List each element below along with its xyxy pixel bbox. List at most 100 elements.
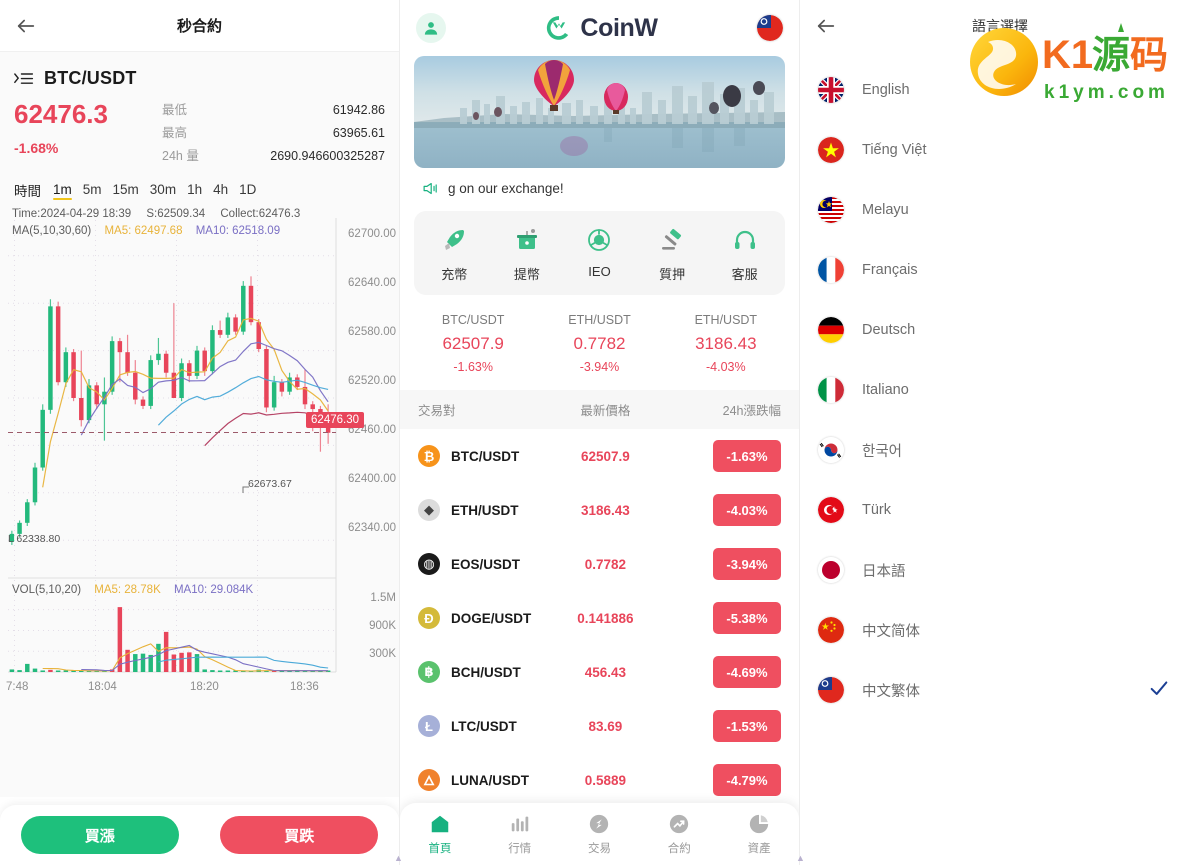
volume-info: VOL(5,10,20) MA5: 28.78K MA10: 29.084K <box>12 584 253 596</box>
ticker-change: -4.03% <box>706 360 746 374</box>
promo-banner[interactable] <box>414 56 785 168</box>
timeframe-1m[interactable]: 1m <box>53 182 72 200</box>
coin-row[interactable]: Ł LTC/USDT 83.69 -1.53% <box>400 699 799 753</box>
tab-contract[interactable]: 合約 <box>639 813 719 856</box>
column-header-pair: 交易對 <box>418 404 456 418</box>
coin-row[interactable]: 🜂 LUNA/USDT 0.5889 -4.79% <box>400 753 799 807</box>
coinw-logo: CoinW <box>545 13 658 43</box>
coin-row[interactable]: ◆ ETH/USDT 3186.43 -4.03% <box>400 483 799 537</box>
quick-action-staking[interactable]: 質押 <box>636 225 709 283</box>
language-row-fr[interactable]: Français <box>800 240 1200 300</box>
buy-up-button[interactable]: 買漲 <box>20 816 179 854</box>
quick-action-support[interactable]: 客服 <box>708 225 781 283</box>
quick-action-label: 質押 <box>659 267 686 282</box>
ticker-eth-1[interactable]: ETH/USDT 0.7782 -3.94% <box>536 313 662 374</box>
markets-icon <box>509 813 531 835</box>
bottom-tabbar: 首頁 行情 交易 合約 資產 <box>400 803 799 865</box>
timeframe-tabs: 時間 1m 5m 15m 30m 1h 4h 1D <box>0 172 399 206</box>
app-screen: 秒合約 BTC/USDT 62476.3 -1.68% 最低 61942.86 … <box>0 0 1200 865</box>
coinw-mark-icon <box>547 16 569 40</box>
coin-cell-pair: ◍ EOS/USDT <box>418 553 547 575</box>
arrow-left-icon[interactable] <box>6 6 46 46</box>
ticker-change: -3.94% <box>579 360 620 374</box>
trade-action-bar: 買漲 買跌 <box>0 805 399 865</box>
ticker-price: 0.7782 <box>573 334 626 353</box>
language-row-tw[interactable]: 中文繁体 <box>800 660 1200 720</box>
language-row-my[interactable]: Melayu <box>800 180 1200 240</box>
language-row-tr[interactable]: Türk <box>800 480 1200 540</box>
stat-label-volume: 24h 量 <box>162 149 199 163</box>
coin-price: 0.7782 <box>584 556 626 572</box>
language-label: Français <box>862 262 918 278</box>
change-badge: -4.03% <box>713 494 781 526</box>
vol-tick-2: 300K <box>369 648 396 660</box>
coin-row[interactable]: ₿ BTC/USDT 62507.9 -1.63% <box>400 429 799 483</box>
pair-list-icon <box>14 71 34 87</box>
chart-high-label: 62673.67 <box>248 478 292 490</box>
quick-action-ieo[interactable]: IEO <box>563 225 636 283</box>
tw-flag-icon[interactable] <box>756 15 783 41</box>
coin-cell-pair: ₿ BTC/USDT <box>418 445 547 467</box>
language-label: Tiếng Việt <box>862 142 927 158</box>
last-price-marker: 62476.30 <box>306 412 364 428</box>
language-row-cn[interactable]: 中文简体 <box>800 600 1200 660</box>
timeframe-15m[interactable]: 15m <box>113 182 139 200</box>
coin-cell-pair: ฿ BCH/USDT <box>418 661 547 683</box>
chart-low-label: L 62338.80 <box>8 533 61 545</box>
timeframe-5m[interactable]: 5m <box>83 182 102 200</box>
tab-trade[interactable]: 交易 <box>560 813 640 856</box>
arrow-left-icon[interactable] <box>806 6 846 46</box>
contract-icon <box>668 813 690 835</box>
coin-price: 0.141886 <box>577 610 634 626</box>
megaphone-icon <box>422 180 439 197</box>
language-row-kr[interactable]: 한국어 <box>800 420 1200 480</box>
language-row-vn[interactable]: Tiếng Việt <box>800 120 1200 180</box>
buy-down-button[interactable]: 買跌 <box>220 816 379 854</box>
language-row-it[interactable]: Italiano <box>800 360 1200 420</box>
gb-flag-icon <box>818 77 844 103</box>
tab-markets[interactable]: 行情 <box>480 813 560 856</box>
tab-label: 合約 <box>667 842 691 855</box>
ticker-eth-2[interactable]: ETH/USDT 3186.43 -4.03% <box>663 313 789 374</box>
pair-row[interactable]: BTC/USDT <box>0 52 399 93</box>
tab-home[interactable]: 首頁 <box>400 813 480 856</box>
coin-icon: Ð <box>418 607 440 629</box>
quick-action-label: 充幣 <box>441 267 468 282</box>
ticker-price: 3186.43 <box>695 334 757 353</box>
quick-actions: 充幣 提幣 IEO 質押 客服 <box>414 211 785 295</box>
tw-flag-icon <box>818 677 844 703</box>
assets-icon <box>748 813 770 835</box>
quick-action-withdraw[interactable]: 提幣 <box>491 225 564 283</box>
user-avatar-icon[interactable] <box>416 13 446 43</box>
tab-assets[interactable]: 資產 <box>719 813 799 856</box>
left-header: 秒合約 <box>0 0 399 52</box>
it-flag-icon <box>818 377 844 403</box>
tab-label: 首頁 <box>428 842 452 855</box>
chart-info-line1: Time:2024-04-29 18:39 S:62509.34 Collect… <box>12 208 300 220</box>
ticker-btc[interactable]: BTC/USDT 62507.9 -1.63% <box>410 313 536 374</box>
language-row-de[interactable]: Deutsch <box>800 300 1200 360</box>
timeframe-4h[interactable]: 4h <box>213 182 228 200</box>
timeframe-1D[interactable]: 1D <box>239 182 256 200</box>
coin-list: ₿ BTC/USDT 62507.9 -1.63% ◆ ETH/USDT 3186.43 -4… <box>400 429 799 807</box>
jp-flag-icon <box>818 557 844 583</box>
quick-action-deposit[interactable]: 充幣 <box>418 225 491 283</box>
tab-label: 交易 <box>587 842 611 855</box>
chart-open: S:62509.34 <box>146 208 206 220</box>
headset-icon <box>731 225 759 255</box>
language-row-gb[interactable]: English <box>800 60 1200 120</box>
timeframe-1h[interactable]: 1h <box>187 182 202 200</box>
coin-row[interactable]: ◍ EOS/USDT 0.7782 -3.94% <box>400 537 799 591</box>
cn-flag-icon <box>818 617 844 643</box>
timeframe-30m[interactable]: 30m <box>150 182 176 200</box>
coin-row[interactable]: Ð DOGE/USDT 0.141886 -5.38% <box>400 591 799 645</box>
left-body: BTC/USDT 62476.3 -1.68% 最低 61942.86 最高 6… <box>0 52 399 865</box>
language-row-jp[interactable]: 日本語 <box>800 540 1200 600</box>
notice-bar[interactable]: g on our exchange! <box>400 168 799 207</box>
ticker-pair: ETH/USDT <box>694 313 758 327</box>
coin-pair: BTC/USDT <box>451 448 520 464</box>
brand-name: CoinW <box>580 13 658 42</box>
coin-row[interactable]: ฿ BCH/USDT 456.43 -4.69% <box>400 645 799 699</box>
price-chart[interactable]: Time:2024-04-29 18:39 S:62509.34 Collect… <box>0 206 399 706</box>
right-header: 語言選擇 <box>800 0 1200 52</box>
